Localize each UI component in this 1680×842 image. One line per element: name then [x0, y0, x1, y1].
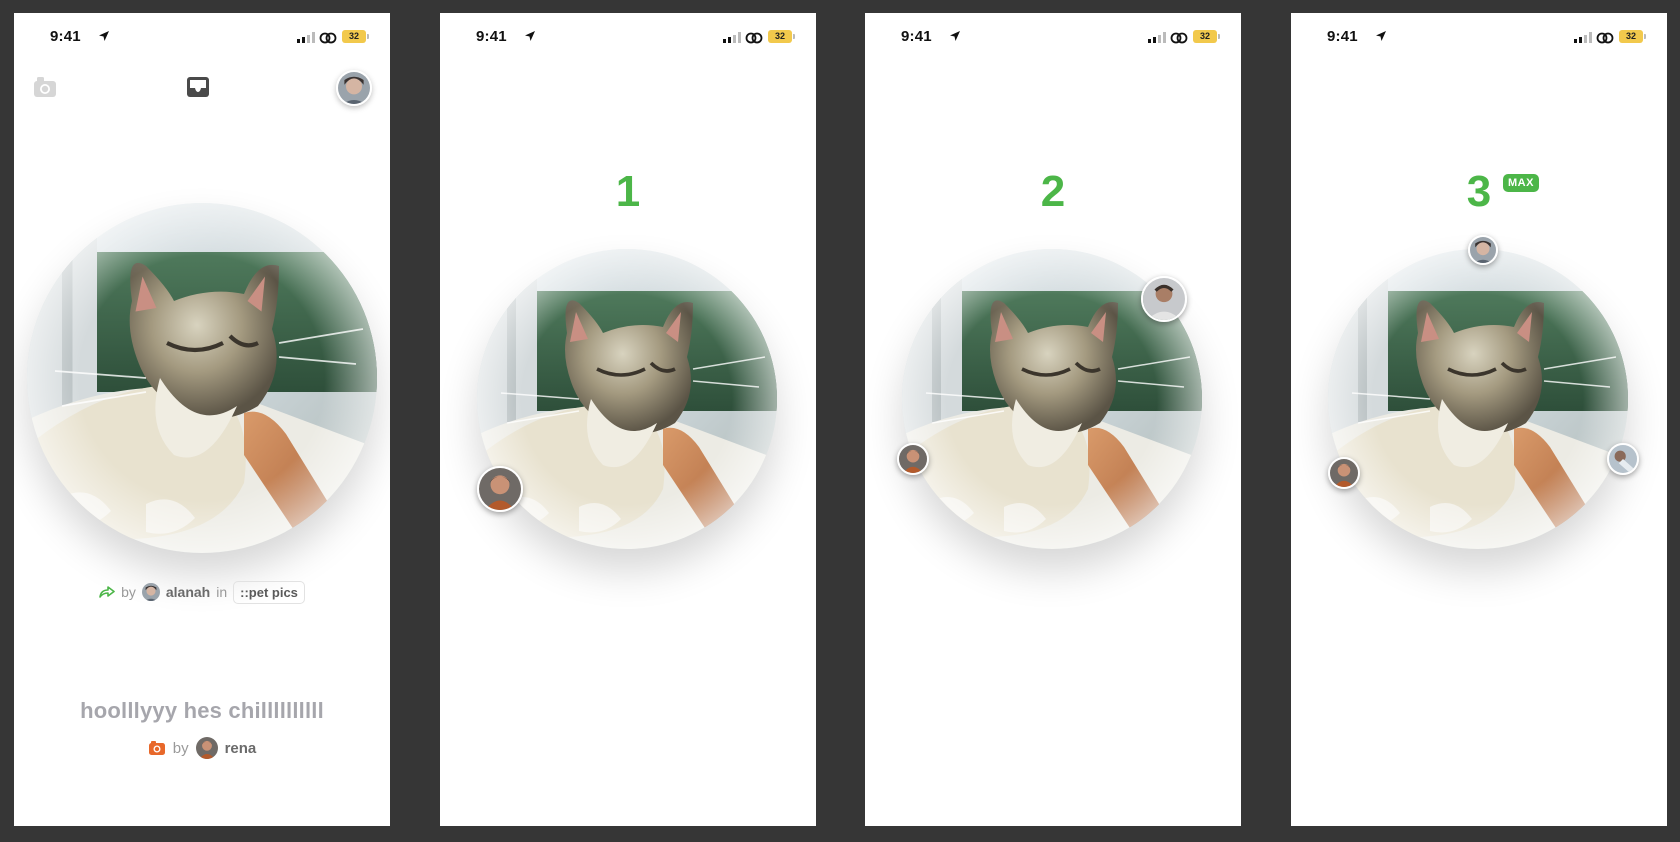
wifi-icon — [745, 32, 763, 44]
status-time: 9:41 — [1327, 28, 1358, 45]
battery-icon: 32 — [1619, 30, 1646, 43]
battery-icon: 32 — [768, 30, 795, 43]
channel-chip[interactable]: ::pet pics — [233, 580, 305, 604]
reaction-avatar[interactable] — [1141, 276, 1187, 322]
reaction-counter: 3 — [1466, 167, 1492, 216]
reaction-avatar[interactable] — [897, 443, 929, 475]
signal-icon — [1148, 32, 1166, 43]
avatar[interactable] — [195, 737, 218, 759]
profile-avatar[interactable] — [336, 70, 372, 106]
wifi-icon — [319, 32, 337, 44]
location-arrow-icon — [525, 31, 535, 41]
location-arrow-icon — [1376, 31, 1386, 41]
status-bar: 9:41 32 — [865, 13, 1241, 57]
reaction-avatar[interactable] — [1607, 443, 1639, 475]
repost-attribution: by alanah in ::pet pics — [14, 579, 390, 605]
inbox-icon[interactable] — [186, 76, 210, 98]
battery-icon: 32 — [342, 30, 369, 43]
post-caption: hoolllyyy hes chillllllllll — [80, 698, 324, 723]
signal-icon — [297, 32, 315, 43]
repost-icon — [99, 586, 115, 598]
phone-screen-reaction-max: 9:41 32 3 MAX — [1291, 13, 1667, 826]
by-label: by — [172, 739, 189, 757]
in-label: in — [216, 584, 228, 600]
post-photo[interactable] — [27, 203, 377, 553]
by-label: by — [121, 584, 136, 600]
phone-screen-post: 9:41 32 by alanah in ::pet pics hoolllyy… — [14, 13, 390, 826]
status-bar: 9:41 32 — [440, 13, 816, 57]
signal-icon — [723, 32, 741, 43]
max-badge: MAX — [1503, 174, 1539, 192]
signal-icon — [1574, 32, 1592, 43]
location-arrow-icon — [950, 31, 960, 41]
avatar[interactable] — [141, 583, 160, 601]
post-photo[interactable] — [1328, 249, 1628, 549]
reaction-avatar[interactable] — [1468, 235, 1498, 265]
phone-screen-reaction-1: 9:41 32 1 — [440, 13, 816, 826]
status-bar: 9:41 32 — [14, 13, 390, 57]
author-attribution: by rena — [14, 736, 390, 760]
battery-icon: 32 — [1193, 30, 1220, 43]
wifi-icon — [1596, 32, 1614, 44]
status-time: 9:41 — [50, 28, 81, 45]
wifi-icon — [1170, 32, 1188, 44]
status-time: 9:41 — [901, 28, 932, 45]
status-bar: 9:41 32 — [1291, 13, 1667, 57]
status-time: 9:41 — [476, 28, 507, 45]
post-photo[interactable] — [477, 249, 777, 549]
camera-icon[interactable] — [33, 76, 57, 98]
reaction-counter: 1 — [615, 167, 641, 216]
phone-screen-reaction-2: 9:41 32 2 — [865, 13, 1241, 826]
reaction-counter: 2 — [1040, 167, 1066, 216]
camera-icon — [148, 741, 165, 755]
reposter-username[interactable]: alanah — [166, 584, 210, 600]
reaction-avatar[interactable] — [1328, 457, 1360, 489]
location-arrow-icon — [99, 31, 109, 41]
reaction-avatar[interactable] — [477, 466, 523, 512]
author-username[interactable]: rena — [225, 740, 257, 757]
